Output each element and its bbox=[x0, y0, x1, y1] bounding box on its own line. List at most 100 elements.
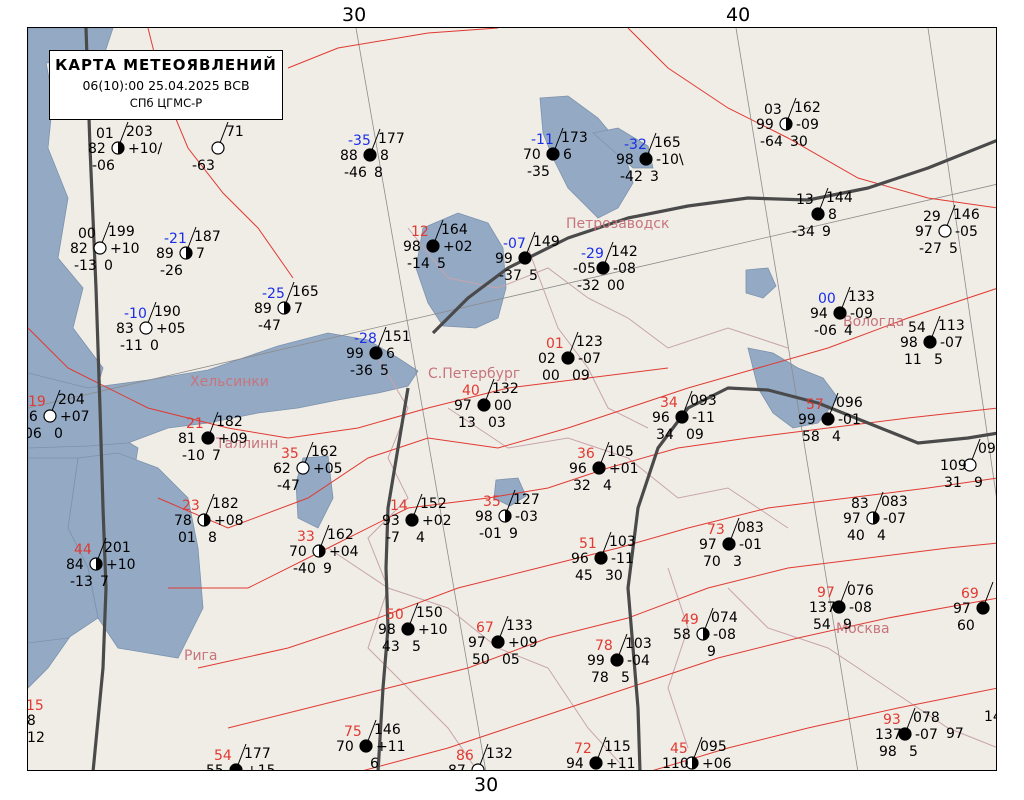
station-s33: 33 162 70 +04 -40 9 bbox=[289, 524, 359, 577]
station-temperature: 86 bbox=[456, 748, 474, 764]
station-dewpoint: -11 bbox=[120, 338, 143, 354]
sky-cover-overcast bbox=[592, 461, 606, 475]
station-pressure: 147 bbox=[984, 709, 997, 725]
station-cloud-code: 9 bbox=[974, 475, 983, 491]
station-tendency: -07 bbox=[940, 335, 963, 351]
station-tendency: 7 bbox=[294, 301, 303, 317]
station-dewpoint: -34 bbox=[792, 224, 815, 240]
station-pressure: 162 bbox=[327, 527, 354, 543]
station-temperature: 01 bbox=[546, 336, 564, 352]
sky-cover-overcast bbox=[821, 412, 835, 426]
station-cloud-code: 3 bbox=[733, 554, 742, 570]
station-pressure: 149 bbox=[533, 234, 560, 250]
sky-cover-overcast bbox=[833, 306, 847, 320]
station-visibility: 98 bbox=[900, 335, 918, 351]
station-temperature: 57 bbox=[806, 397, 824, 413]
sky-cover-half-fill bbox=[692, 757, 698, 769]
station-pressure: 142 bbox=[611, 244, 638, 260]
station-dewpoint: 60 bbox=[957, 618, 975, 634]
station-temperature: 67 bbox=[476, 620, 494, 636]
station-visibility: 98 bbox=[403, 239, 421, 255]
station-temperature: 78 bbox=[595, 638, 613, 654]
map-title-box: КАРТА МЕТЕОЯВЛЕНИЙ 06(10):00 25.04.2025 … bbox=[49, 50, 283, 120]
sky-cover-overcast bbox=[722, 537, 736, 551]
station-tendency: -07 bbox=[578, 351, 601, 367]
station-tendency: 00 bbox=[494, 398, 512, 414]
station-tendency: +10 bbox=[418, 622, 448, 638]
sky-cover-clear bbox=[296, 461, 310, 475]
sky-cover-clear bbox=[938, 224, 952, 238]
station-dewpoint: -47 bbox=[258, 318, 281, 334]
station-s19: 54 113 98 -07 11 5 bbox=[900, 315, 965, 368]
station-pressure: 127 bbox=[513, 492, 540, 508]
station-tendency: +06 bbox=[702, 756, 732, 771]
station-cloud-code: 5 bbox=[621, 670, 630, 686]
station-tendency: -07 bbox=[915, 727, 938, 743]
station-cloud-code: 4 bbox=[416, 530, 425, 546]
station-temperature: 35 bbox=[483, 494, 501, 510]
station-temperature: 19 bbox=[28, 394, 46, 410]
station-s15: -10 190 83 +05 -11 0 bbox=[116, 301, 186, 354]
station-tendency: +09 bbox=[508, 635, 538, 651]
station-s38: 78 103 99 -04 78 5 bbox=[587, 633, 652, 686]
sky-cover-overcast bbox=[561, 351, 575, 365]
station-temperature: -11 bbox=[531, 132, 554, 148]
sky-cover-overcast bbox=[405, 513, 419, 527]
sky-cover-overcast bbox=[369, 346, 383, 360]
station-visibility: 97 bbox=[699, 537, 717, 553]
station-visibility: 97 bbox=[946, 726, 964, 742]
station-pressure: 204 bbox=[58, 392, 85, 408]
station-s14: -25 165 89 7 -47 bbox=[254, 281, 319, 334]
sky-cover-half-fill bbox=[873, 512, 879, 524]
station-dewpoint: -32 bbox=[577, 278, 600, 294]
sky-cover-overcast bbox=[426, 239, 440, 253]
station-cloud-code: 0 bbox=[104, 258, 113, 274]
station-cloud-code: 6 bbox=[370, 756, 379, 771]
sky-cover-half-fill bbox=[703, 628, 709, 640]
station-pressure: 182 bbox=[216, 414, 243, 430]
station-temperature: 69 bbox=[961, 586, 979, 602]
station-dewpoint: 54 bbox=[813, 617, 831, 633]
station-tendency: -04 bbox=[627, 653, 650, 669]
station-visibility: 99 bbox=[346, 346, 364, 362]
station-tendency: -09 bbox=[796, 117, 819, 133]
station-visibility: 110 bbox=[662, 756, 689, 771]
station-tendency: 8 bbox=[828, 207, 837, 223]
station-s39: 49 074 58 -089 bbox=[673, 607, 738, 660]
station-pressure: 132 bbox=[486, 746, 513, 762]
station-tendency: +10 bbox=[106, 557, 136, 573]
station-pressure: 103 bbox=[625, 636, 652, 652]
station-temperature: 45 bbox=[670, 741, 688, 757]
station-pressure: 162 bbox=[311, 444, 338, 460]
station-pressure: 093 bbox=[978, 441, 997, 457]
station-pressure: 165 bbox=[654, 135, 681, 151]
station-dewpoint: 06 bbox=[28, 426, 42, 442]
station-pressure: 173 bbox=[561, 130, 588, 146]
station-dewpoint: 13 bbox=[458, 415, 476, 431]
station-dewpoint: 31 bbox=[944, 475, 962, 491]
station-temperature: -10 bbox=[124, 306, 147, 322]
front-east bbox=[626, 386, 996, 770]
station-dewpoint: -64 bbox=[760, 134, 783, 150]
station-cloud-code: 09 bbox=[572, 368, 590, 384]
station-cloud-code: 5 bbox=[529, 268, 538, 284]
sky-cover-overcast bbox=[477, 398, 491, 412]
station-cloud-code: 9 bbox=[707, 644, 716, 660]
station-visibility: 70 bbox=[523, 147, 541, 163]
station-tendency: 6 bbox=[386, 346, 395, 362]
station-pressure: 095 bbox=[700, 739, 727, 755]
station-visibility: 84 bbox=[66, 557, 84, 573]
station-temperature: 15 bbox=[28, 698, 44, 714]
station-cloud-code: 30 bbox=[605, 568, 623, 584]
station-dewpoint: -27 bbox=[919, 241, 942, 257]
station-s47: 86 132 87 bbox=[448, 743, 513, 770]
station-visibility: 62 bbox=[273, 461, 291, 477]
station-s8: -21 187 89 7 -26 bbox=[156, 226, 221, 279]
station-pressure: 146 bbox=[374, 722, 401, 738]
station-s1: 01 203 82 +10/ -06 bbox=[88, 121, 163, 174]
station-dewpoint: -14 bbox=[407, 256, 430, 272]
station-s41: 699760 bbox=[953, 581, 994, 634]
sky-cover-half-fill bbox=[505, 510, 511, 522]
sky-cover-overcast bbox=[589, 756, 603, 770]
station-pressure: 201 bbox=[104, 540, 131, 556]
